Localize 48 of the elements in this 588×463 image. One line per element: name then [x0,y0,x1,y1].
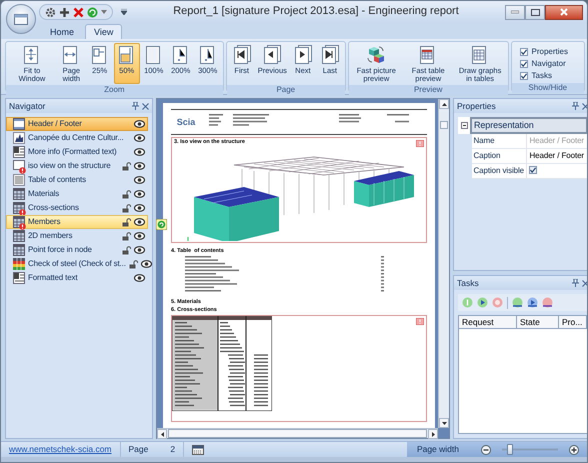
checkbox-option[interactable]: Properties [520,46,568,58]
checkbox-option[interactable]: Tasks [520,70,552,82]
navigator-item[interactable]: Point force in node [6,243,148,257]
column-header[interactable]: Request [459,316,517,330]
item-label: Table of contents [28,175,87,185]
navigator-item[interactable]: Canopée du Centre Cultur... [6,131,148,145]
item-label: iso view on the structure [28,161,112,171]
property-name: Name [471,133,527,148]
item-label: Canopée du Centre Cultur... [28,133,125,143]
column-header[interactable]: State [517,316,559,330]
panel-title: Properties [457,100,497,112]
item-label: Formatted text [28,273,78,283]
panel-title: Navigator [9,100,46,112]
page-label: Page [128,444,148,455]
window-title: Report_1 [signature Project 2013.esa] - Engineering report [172,5,460,19]
navigator-item[interactable]: More info (Formatted text) [6,145,148,159]
navigator-item[interactable]: Members [6,215,148,229]
ribbon-tab[interactable]: View [85,24,122,39]
panel-title: Tasks [457,278,480,288]
checkbox-option[interactable]: Navigator [520,58,566,70]
property-name: Caption [471,148,527,163]
navigator-item[interactable]: 2D members [6,229,148,243]
website-link[interactable]: www.nemetschek-scia.com [9,444,112,455]
item-label: Materials [28,189,60,199]
item-label: Cross-sections [28,203,80,213]
navigator-item[interactable]: Formatted text [6,271,148,285]
item-label: Point force in node [28,245,93,255]
navigator-item[interactable]: Table of contents [6,173,148,187]
ribbon-tab[interactable]: Home [41,24,84,39]
property-group[interactable]: Representation [471,118,587,133]
item-label: Check of steel (Check of st... [28,259,126,269]
item-label: Header / Footer [28,119,83,129]
navigator-item[interactable]: Materials [6,187,148,201]
navigator-item[interactable]: Check of steel (Check of st... [6,257,148,271]
navigator-item[interactable]: Header / Footer [6,117,148,131]
item-label: Members [28,217,62,227]
group-label: Preview [348,85,508,95]
item-label: More info (Formatted text) [28,147,118,157]
property-name: Caption visible [471,163,527,178]
group-label: Page [226,85,345,95]
group-label: Show/Hide [512,83,584,93]
logo-text: Scia [176,116,196,128]
page-number: 2 [170,444,176,455]
group-label: Zoom [6,85,223,95]
zoom-mode: Page width [416,444,459,455]
navigator-item[interactable]: iso view on the structure [6,159,148,173]
column-header[interactable]: Pro... [559,316,587,330]
item-label: 2D members [28,231,74,241]
